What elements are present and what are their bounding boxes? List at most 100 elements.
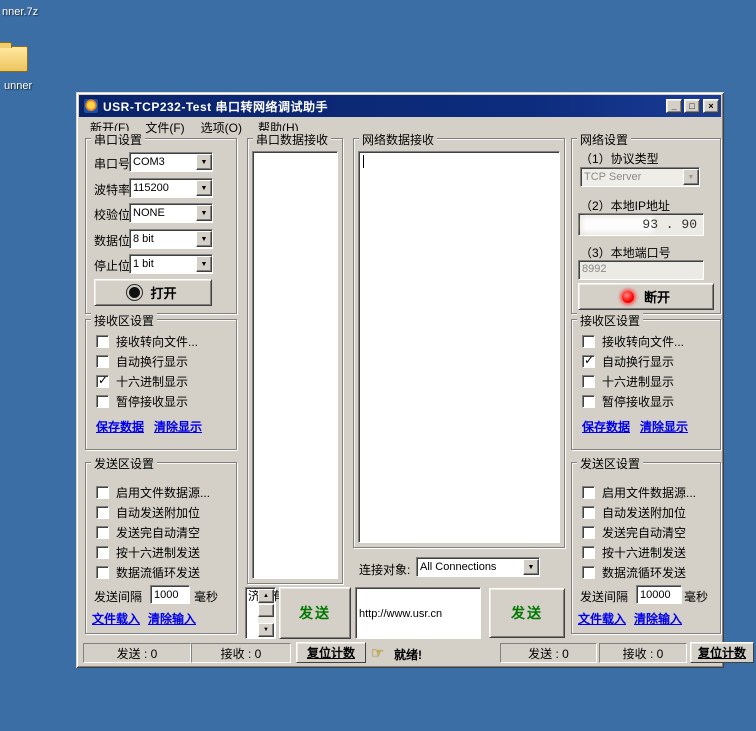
scroll-thumb[interactable]: [258, 604, 274, 617]
interval-input[interactable]: [636, 585, 682, 604]
checkbox-pause-recv[interactable]: [96, 395, 109, 408]
data-bits-select[interactable]: 8 bit ▼: [129, 229, 213, 249]
scroll-down-icon[interactable]: ▼: [258, 623, 274, 637]
send-right-legend: 发送区设置: [577, 455, 643, 472]
desktop-file-label[interactable]: nner.7z: [2, 6, 38, 18]
checkbox-recv-to-file[interactable]: [582, 335, 595, 348]
save-data-link[interactable]: 保存数据: [96, 418, 144, 435]
chevron-down-icon[interactable]: ▼: [523, 559, 539, 575]
interval-unit: 毫秒: [684, 588, 708, 605]
send-left-legend: 发送区设置: [91, 455, 157, 472]
serial-send-button[interactable]: 发送: [279, 587, 351, 639]
network-send-button[interactable]: 发送: [489, 588, 565, 638]
stop-bits-label: 停止位: [94, 257, 130, 274]
checkbox-clear-after-send[interactable]: [96, 526, 109, 539]
local-port-field: 8992: [578, 260, 704, 280]
serial-data-legend: 串口数据接收: [253, 131, 331, 148]
serial-recv-counter: 接收 : 0: [191, 643, 291, 663]
recv-left-legend: 接收区设置: [91, 312, 157, 329]
stop-bits-select[interactable]: 1 bit ▼: [129, 254, 213, 274]
disconnect-button[interactable]: 断开: [578, 283, 714, 310]
chevron-down-icon: ▼: [683, 169, 699, 185]
send-settings-right-group: 发送区设置 启用文件数据源... 自动发送附加位 发送完自动清空 按十六进制发送…: [571, 462, 721, 634]
folder-icon[interactable]: [0, 46, 28, 72]
checkbox-send-hex[interactable]: [582, 546, 595, 559]
checkbox-send-hex[interactable]: [96, 546, 109, 559]
menu-file[interactable]: 文件(F): [137, 117, 192, 138]
checkbox-hex-display[interactable]: [96, 375, 109, 388]
checkbox-clear-after-send[interactable]: [582, 526, 595, 539]
app-window: USR-TCP232-Test 串口转网络调试助手 _ □ × 新开(F) 文件…: [76, 92, 724, 668]
network-settings-group: 网络设置 （1）协议类型 TCP Server ▼ （2）本地IP地址 93 .…: [571, 138, 721, 314]
serial-send-scrollbar[interactable]: ▲ ▼: [258, 589, 274, 637]
interval-unit: 毫秒: [194, 588, 218, 605]
interval-input[interactable]: [150, 585, 190, 604]
protocol-select: TCP Server ▼: [580, 167, 700, 187]
chevron-down-icon[interactable]: ▼: [196, 180, 212, 196]
recv-right-legend: 接收区设置: [577, 312, 643, 329]
protocol-label: （1）协议类型: [580, 150, 659, 167]
checkbox-loop-send[interactable]: [96, 566, 109, 579]
title-bar[interactable]: USR-TCP232-Test 串口转网络调试助手 _ □ ×: [79, 95, 721, 117]
network-sent-counter: 发送 : 0: [500, 643, 597, 663]
closed-indicator-icon: [129, 287, 140, 298]
minimize-button[interactable]: _: [666, 99, 682, 113]
clear-display-link[interactable]: 清除显示: [154, 418, 202, 435]
data-bits-label: 数据位: [94, 232, 130, 249]
clear-display-link[interactable]: 清除显示: [640, 418, 688, 435]
com-port-label: 串口号: [94, 155, 130, 172]
serial-reset-count-button[interactable]: 复位计数: [296, 642, 366, 663]
network-data-legend: 网络数据接收: [359, 131, 437, 148]
local-port-label: （3）本地端口号: [580, 244, 671, 261]
checkbox-file-source[interactable]: [582, 486, 595, 499]
parity-label: 校验位: [94, 206, 130, 223]
connected-indicator-icon: [622, 291, 634, 303]
maximize-button[interactable]: □: [684, 99, 700, 113]
checkbox-pause-recv[interactable]: [582, 395, 595, 408]
close-button[interactable]: ×: [703, 99, 719, 113]
checkbox-loop-send[interactable]: [582, 566, 595, 579]
checkbox-auto-wrap[interactable]: [582, 355, 595, 368]
network-send-input[interactable]: [355, 587, 481, 639]
baud-rate-select[interactable]: 115200 ▼: [129, 178, 213, 198]
checkbox-auto-append[interactable]: [96, 506, 109, 519]
chevron-down-icon[interactable]: ▼: [196, 256, 212, 272]
connection-select[interactable]: All Connections ▼: [416, 557, 540, 577]
parity-select[interactable]: NONE ▼: [129, 203, 213, 223]
app-icon: [83, 98, 99, 114]
window-title: USR-TCP232-Test 串口转网络调试助手: [103, 98, 328, 115]
local-ip-label: （2）本地IP地址: [580, 197, 670, 214]
ready-status: 就绪!: [394, 646, 422, 663]
open-serial-button[interactable]: 打开: [94, 279, 212, 306]
serial-data-group: 串口数据接收: [247, 138, 343, 584]
clear-input-link[interactable]: 清除输入: [148, 610, 196, 627]
chevron-down-icon[interactable]: ▼: [196, 154, 212, 170]
recv-settings-left-group: 接收区设置 接收转向文件... 自动换行显示 十六进制显示 暂停接收显示 保存数…: [85, 319, 237, 450]
serial-recv-area[interactable]: [252, 151, 338, 579]
menu-options[interactable]: 选项(O): [193, 117, 250, 138]
checkbox-hex-display[interactable]: [582, 375, 595, 388]
checkbox-auto-append[interactable]: [582, 506, 595, 519]
serial-send-input[interactable]: 济南有 ▲ ▼: [245, 587, 276, 639]
interval-label: 发送间隔: [580, 588, 628, 605]
checkbox-auto-wrap[interactable]: [96, 355, 109, 368]
checkbox-file-source[interactable]: [96, 486, 109, 499]
checkbox-recv-to-file[interactable]: [96, 335, 109, 348]
interval-label: 发送间隔: [94, 588, 142, 605]
network-reset-count-button[interactable]: 复位计数: [690, 642, 754, 663]
com-port-select[interactable]: COM3 ▼: [129, 152, 213, 172]
network-recv-area[interactable]: [358, 151, 560, 543]
send-settings-left-group: 发送区设置 启用文件数据源... 自动发送附加位 发送完自动清空 按十六进制发送…: [85, 462, 237, 634]
load-file-link[interactable]: 文件载入: [578, 610, 626, 627]
load-file-link[interactable]: 文件载入: [92, 610, 140, 627]
chevron-down-icon[interactable]: ▼: [196, 205, 212, 221]
recv-settings-right-group: 接收区设置 接收转向文件... 自动换行显示 十六进制显示 暂停接收显示 保存数…: [571, 319, 721, 450]
save-data-link[interactable]: 保存数据: [582, 418, 630, 435]
text-caret: [363, 155, 364, 168]
desktop-folder-label[interactable]: unner: [4, 80, 32, 92]
chevron-down-icon[interactable]: ▼: [196, 231, 212, 247]
connection-label: 连接对象:: [359, 561, 410, 578]
scroll-up-icon[interactable]: ▲: [258, 589, 274, 603]
clear-input-link[interactable]: 清除输入: [634, 610, 682, 627]
network-recv-counter: 接收 : 0: [599, 643, 687, 663]
